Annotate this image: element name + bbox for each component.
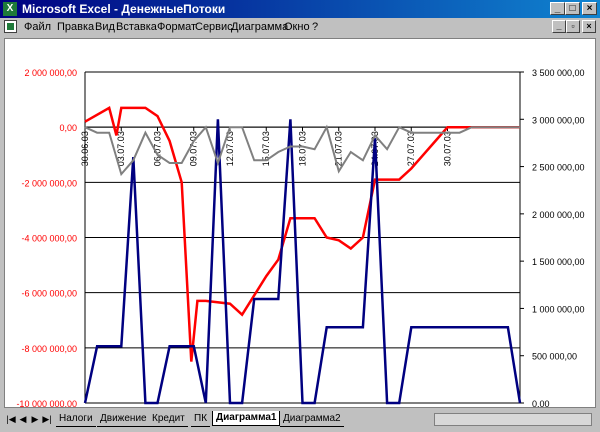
x-tick-label: 18.07.03 [298,131,308,166]
y-right-tick-label: 3 000 000,00 [532,115,585,125]
last-sheet-button[interactable]: ▶| [42,413,52,425]
y-left-tick-label: -4 000 000,00 [21,234,77,244]
workbook-icon[interactable] [4,20,17,33]
y-left-tick-label: 2 000 000,00 [24,68,77,78]
menu-edit[interactable]: Правка [57,21,94,33]
tab-chart1[interactable]: Диаграмма1 [212,411,281,426]
window-title: Microsoft Excel - ДенежныеПотоки [22,2,226,16]
x-tick-label: 30.07.03 [443,131,453,166]
doc-minimize-button[interactable]: _ [552,20,566,33]
doc-restore-button[interactable]: ▫ [566,20,580,33]
y-left-tick-label: -8 000 000,00 [21,344,77,354]
menu-window[interactable]: Окно [284,21,310,33]
y-left-tick-label: -6 000 000,00 [21,289,77,299]
y-right-tick-label: 2 500 000,00 [532,163,585,173]
menu-bar: Файл Правка Вид Вставка Формат Сервис Ди… [0,18,600,36]
y-right-tick-label: 2 000 000,00 [532,210,585,220]
tab-pk[interactable]: ПК [191,412,211,427]
menu-insert[interactable]: Вставка [116,21,157,33]
menu-file[interactable]: Файл [24,21,51,33]
tab-movement[interactable]: Движение [97,412,150,427]
title-bar: X Microsoft Excel - ДенежныеПотоки _ □ × [0,0,600,18]
minimize-button[interactable]: _ [550,2,565,15]
maximize-button[interactable]: □ [565,2,580,15]
menu-help[interactable]: ? [312,21,318,33]
y-left-tick-label: 0,00 [59,123,77,133]
tab-credit[interactable]: Кредит [149,412,188,427]
x-tick-label: 27.07.03 [406,131,416,166]
menu-chart[interactable]: Диаграмма [231,21,288,33]
menu-format[interactable]: Формат [157,21,196,33]
y-left-tick-label: -2 000 000,00 [21,178,77,188]
y-left-tick-label: -10 000 000,00 [16,399,77,407]
prev-sheet-button[interactable]: ◀ [18,413,28,425]
first-sheet-button[interactable]: |◀ [6,413,16,425]
tab-taxes[interactable]: Налоги [56,412,96,427]
x-tick-label: 30.06.03 [80,131,90,166]
close-button[interactable]: × [582,2,597,15]
tab-chart2[interactable]: Диаграмма2 [280,412,344,427]
cash-flow-chart[interactable]: 2 000 000,00 0,00 -2 000 000,00 -4 000 000,… [5,39,595,407]
y-right-tick-label: 0,00 [532,399,550,407]
chart-sheet: 2 000 000,00 0,00 -2 000 000,00 -4 000 000,… [4,38,596,408]
doc-close-button[interactable]: × [582,20,596,33]
next-sheet-button[interactable]: ▶ [30,413,40,425]
sheet-tab-bar: |◀ ◀ ▶ ▶| Налоги Движение Кредит ПК Диаг… [4,410,596,428]
y-right-tick-label: 500 000,00 [532,352,577,362]
y-right-tick-label: 3 500 000,00 [532,68,585,78]
excel-app-icon[interactable]: X [3,2,17,16]
horizontal-scrollbar[interactable] [434,413,592,426]
y-right-tick-label: 1 000 000,00 [532,304,585,314]
menu-view[interactable]: Вид [95,21,115,33]
y-right-tick-label: 1 500 000,00 [532,257,585,267]
menu-tools[interactable]: Сервис [195,21,233,33]
